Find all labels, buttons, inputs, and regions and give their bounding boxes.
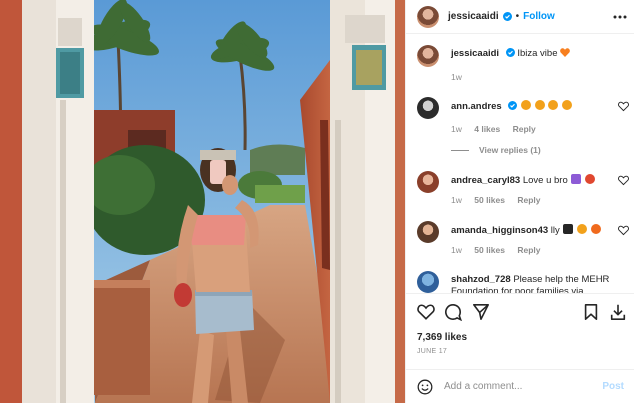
devil-emoji-icon <box>585 174 596 184</box>
post-date: JUNE 17 <box>417 348 448 355</box>
smiling-emoji-icon <box>561 100 572 110</box>
bookmark-icon[interactable] <box>582 303 600 321</box>
comment-text: Love u bro <box>522 175 568 186</box>
like-comment-heart-icon[interactable] <box>618 225 629 236</box>
comment-age: 1w <box>451 124 462 134</box>
photo-illustration <box>0 0 405 403</box>
comment-body: amanda_higginson43 lly <box>451 224 611 237</box>
comment-likes[interactable]: 50 likes <box>474 195 505 205</box>
post-comment-button[interactable]: Post <box>602 381 624 392</box>
like-comment-heart-icon[interactable] <box>618 101 629 112</box>
action-icons <box>417 303 627 323</box>
emoji-picker-icon[interactable] <box>417 379 433 395</box>
instagram-post: jessicaaidi • Follow jessicaaidi Ibiza v… <box>0 0 634 403</box>
post-actions: 7,369 likes JUNE 17 <box>406 293 634 355</box>
add-comment-bar: Post <box>406 369 634 403</box>
verified-badge-icon <box>505 48 515 57</box>
commenter-avatar[interactable] <box>417 97 439 119</box>
comment-meta: 1w 4 likes Reply <box>451 124 546 134</box>
caption-age: 1w <box>451 72 462 82</box>
comment-likes[interactable]: 50 likes <box>474 245 505 255</box>
smiling-emoji-icon <box>534 100 545 110</box>
comments-list[interactable]: jessicaaidi Ibiza vibe 1w ann.andres 1w … <box>406 35 634 293</box>
verified-badge-icon <box>502 12 512 21</box>
comment-reply-button[interactable]: Reply <box>517 245 540 255</box>
comment-reply-button[interactable]: Reply <box>513 124 536 134</box>
comment-likes[interactable]: 4 likes <box>474 124 500 134</box>
commenter-avatar[interactable] <box>417 271 439 293</box>
caption-meta: 1w <box>451 72 472 82</box>
likes-count[interactable]: 7,369 likes <box>417 332 467 343</box>
post-photo[interactable] <box>0 0 405 403</box>
comment-age: 1w <box>451 195 462 205</box>
caption-username[interactable]: jessicaaidi <box>451 48 499 59</box>
heart-icon[interactable] <box>417 303 435 321</box>
comment-username[interactable]: amanda_higginson43 <box>451 225 548 236</box>
caption-body: jessicaaidi Ibiza vibe <box>451 48 611 60</box>
post-header: jessicaaidi • Follow <box>406 0 634 34</box>
orange-heart-emoji-icon <box>560 48 570 57</box>
share-icon[interactable] <box>472 303 490 321</box>
comment-body: ann.andres <box>451 100 611 113</box>
like-comment-heart-icon[interactable] <box>618 175 629 186</box>
author-avatar[interactable] <box>417 5 439 28</box>
header-separator: • <box>515 11 520 22</box>
smiling-emoji-icon <box>548 100 559 110</box>
comment-username[interactable]: ann.andres <box>451 101 502 112</box>
astonished-emoji-icon <box>577 224 588 234</box>
comment-meta: 1w 50 likes Reply <box>451 195 551 205</box>
comment-body: shahzod_728 Please help the MEHR Foundat… <box>451 274 611 293</box>
post-side-panel: jessicaaidi • Follow jessicaaidi Ibiza v… <box>405 0 634 403</box>
add-comment-input[interactable] <box>444 381 594 392</box>
view-replies-button[interactable]: View replies (1) <box>451 145 541 155</box>
comment-age: 1w <box>451 245 462 255</box>
comment-username[interactable]: andrea_caryl83 <box>451 175 520 186</box>
download-icon[interactable] <box>609 303 627 321</box>
commenter-avatar[interactable] <box>417 171 439 193</box>
follow-button[interactable]: Follow <box>523 11 555 22</box>
comment-text: lly <box>550 225 560 236</box>
view-replies-label: View replies (1) <box>479 145 541 155</box>
comment-meta: 1w 50 likes Reply <box>451 245 551 255</box>
smiling-emoji-icon <box>520 100 531 110</box>
view-replies-line <box>451 149 469 151</box>
purple-heart-emoji-icon <box>571 174 582 184</box>
fire-emoji-icon <box>590 224 601 234</box>
more-horizontal-icon[interactable] <box>613 10 627 24</box>
black-heart-emoji-icon <box>563 224 574 234</box>
caption-avatar[interactable] <box>417 45 439 67</box>
author-username[interactable]: jessicaaidi <box>448 11 499 22</box>
comment-reply-button[interactable]: Reply <box>517 195 540 205</box>
comment-icon[interactable] <box>444 303 462 321</box>
verified-badge-icon <box>508 101 518 110</box>
commenter-avatar[interactable] <box>417 221 439 243</box>
comment-body: andrea_caryl83 Love u bro <box>451 174 611 187</box>
caption-text: Ibiza vibe <box>517 48 558 59</box>
comment-username[interactable]: shahzod_728 <box>451 274 511 285</box>
